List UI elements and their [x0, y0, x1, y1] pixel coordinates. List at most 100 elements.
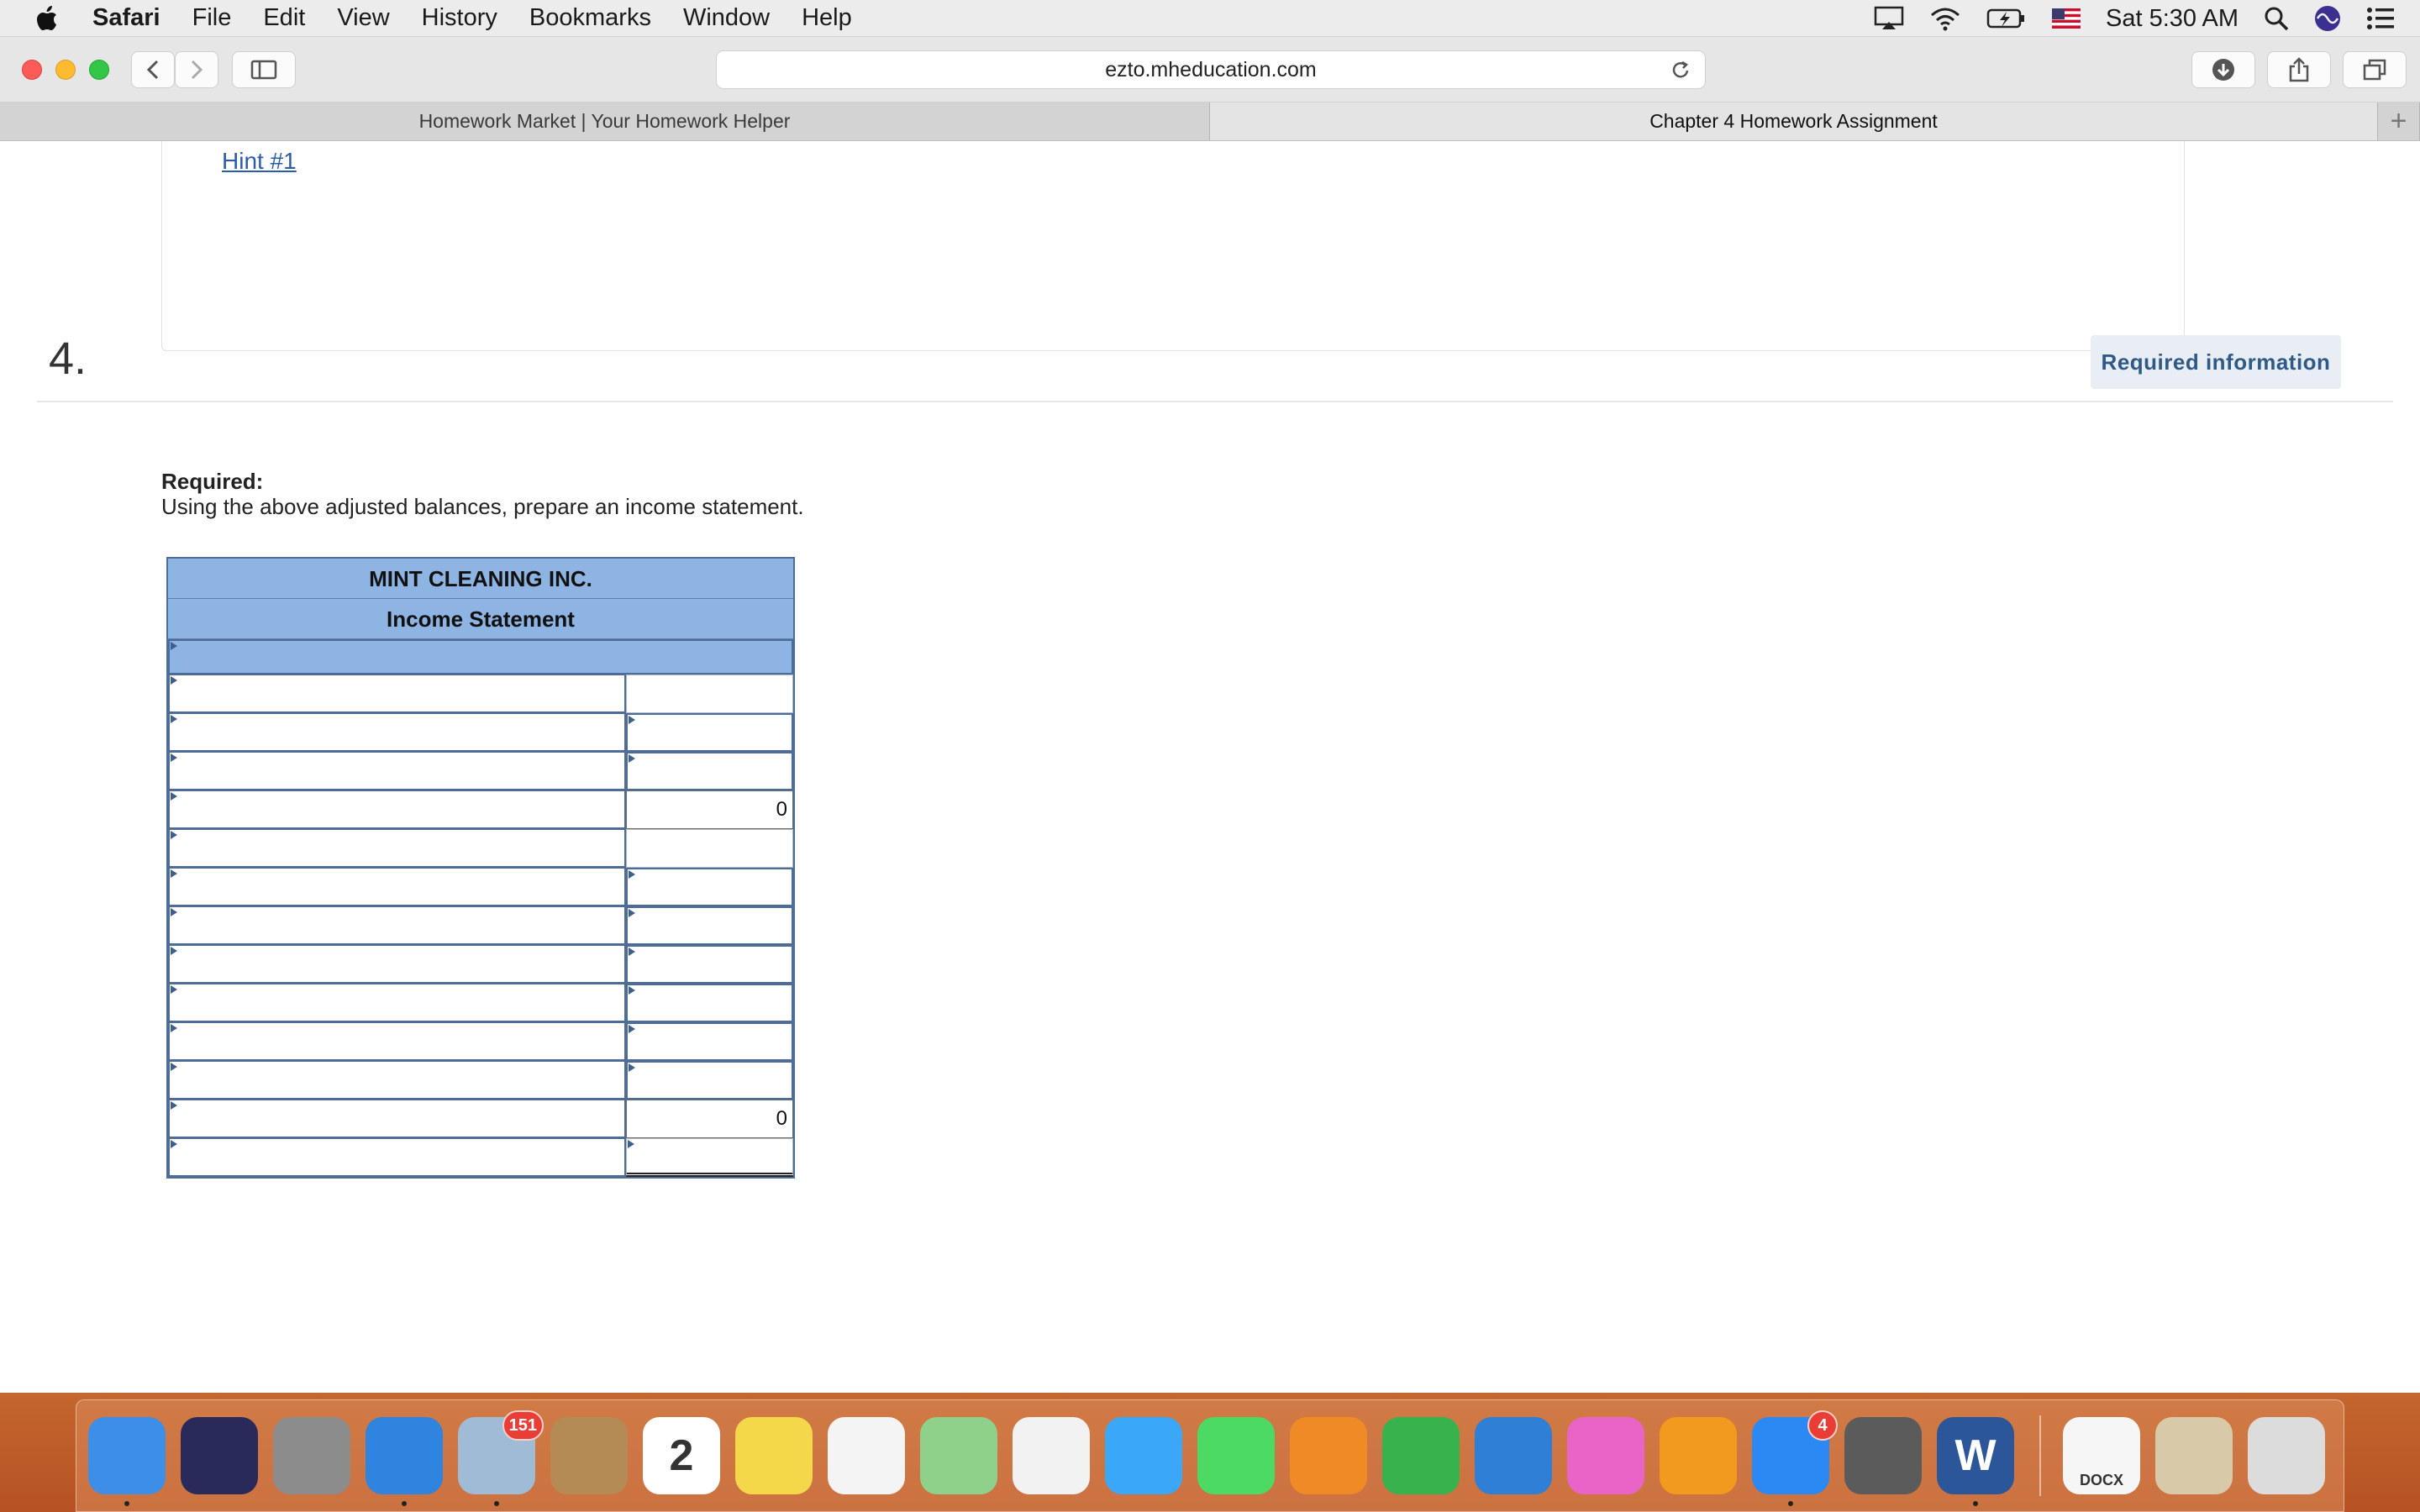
dropdown-marker-icon	[629, 1063, 636, 1072]
account-dropdown[interactable]	[168, 868, 627, 906]
calendar-icon[interactable]: 2	[643, 1417, 720, 1494]
amount-input[interactable]	[626, 868, 793, 906]
account-dropdown[interactable]	[168, 790, 627, 829]
launchpad-icon[interactable]	[273, 1417, 350, 1494]
amount-input[interactable]	[626, 984, 793, 1022]
numbers-icon[interactable]	[1382, 1417, 1460, 1494]
account-dropdown[interactable]	[168, 1138, 627, 1177]
mail-icon[interactable]: 151	[458, 1410, 544, 1506]
tab-homework-market[interactable]: Homework Market | Your Homework Helper	[0, 102, 1210, 140]
amount-input[interactable]	[626, 829, 793, 868]
facetime-icon[interactable]	[1197, 1417, 1275, 1494]
required-information-button[interactable]: Required information	[2091, 335, 2341, 389]
messages-icon[interactable]	[1105, 1417, 1182, 1494]
contacts-icon[interactable]	[550, 1417, 628, 1494]
amount-input[interactable]	[626, 1061, 793, 1100]
notes-icon[interactable]	[735, 1417, 813, 1494]
system-preferences-icon[interactable]	[1844, 1417, 1922, 1494]
account-dropdown[interactable]	[168, 906, 627, 945]
dropdown-marker-icon	[171, 908, 177, 916]
photos-icon[interactable]	[1013, 1417, 1090, 1494]
dropdown-marker-icon	[629, 754, 636, 763]
menu-app-name[interactable]: Safari	[92, 4, 160, 32]
amount-input[interactable]	[626, 675, 793, 713]
hint-panel	[161, 141, 2185, 351]
trash-icon[interactable]	[2248, 1417, 2325, 1494]
required-instructions: Using the above adjusted balances, prepa…	[161, 494, 804, 519]
account-dropdown[interactable]	[168, 752, 627, 790]
apple-menu-icon[interactable]	[34, 4, 59, 33]
menu-history[interactable]: History	[422, 4, 497, 32]
question-number: 4.	[49, 333, 87, 384]
word-icon[interactable]: W	[1937, 1417, 2014, 1506]
menu-edit[interactable]: Edit	[263, 4, 305, 32]
account-dropdown[interactable]	[168, 829, 627, 868]
minimize-window-button[interactable]	[55, 60, 76, 80]
itunes-icon[interactable]	[1567, 1417, 1644, 1494]
dropdown-marker-icon	[171, 1101, 177, 1110]
account-dropdown[interactable]	[168, 984, 627, 1022]
wifi-icon[interactable]	[1929, 6, 1961, 31]
notification-badge: 151	[502, 1410, 544, 1441]
reload-icon[interactable]	[1670, 60, 1691, 81]
account-dropdown[interactable]	[168, 1100, 627, 1138]
worksheet-row	[168, 1061, 793, 1100]
finder-icon[interactable]	[88, 1417, 166, 1506]
running-indicator	[494, 1501, 499, 1506]
share-icon	[2289, 57, 2309, 82]
share-button[interactable]	[2267, 51, 2331, 88]
menu-file[interactable]: File	[192, 4, 232, 32]
battery-charging-icon[interactable]	[1986, 7, 2027, 30]
forward-button[interactable]	[175, 51, 218, 88]
downloads-stack-icon[interactable]	[2155, 1417, 2233, 1494]
account-dropdown[interactable]	[168, 1061, 627, 1100]
new-tab-button[interactable]: +	[2378, 102, 2420, 140]
tab-chapter-4-homework[interactable]: Chapter 4 Homework Assignment	[1210, 102, 2378, 140]
amount-input[interactable]	[626, 906, 793, 945]
address-bar[interactable]: ezto.mheducation.com	[716, 50, 1706, 89]
account-dropdown[interactable]	[168, 1022, 627, 1061]
dock-icon-label: 2	[669, 1431, 694, 1480]
sidebar-toggle-button[interactable]	[232, 51, 296, 88]
amount-input[interactable]	[626, 713, 793, 752]
app-store-icon[interactable]: 4	[1752, 1410, 1838, 1506]
amount-input[interactable]	[626, 1022, 793, 1061]
downloads-button[interactable]	[2191, 51, 2255, 88]
account-dropdown[interactable]	[168, 945, 627, 984]
keynote-icon[interactable]	[1475, 1417, 1552, 1494]
menu-view[interactable]: View	[337, 4, 389, 32]
maps-icon[interactable]	[920, 1417, 997, 1494]
menu-window[interactable]: Window	[683, 4, 770, 32]
worksheet-company-name: MINT CLEANING INC.	[168, 559, 793, 599]
us-flag-input-icon[interactable]	[2052, 8, 2081, 29]
close-window-button[interactable]	[22, 60, 42, 80]
dropdown-marker-icon	[171, 753, 177, 762]
reminders-icon[interactable]	[828, 1417, 905, 1494]
zoom-window-button[interactable]	[89, 60, 109, 80]
menu-clock[interactable]: Sat 5:30 AM	[2106, 5, 2238, 33]
account-dropdown[interactable]	[168, 675, 627, 713]
amount-input[interactable]	[626, 945, 793, 984]
safari-icon[interactable]	[366, 1417, 443, 1506]
pages-icon[interactable]	[1290, 1417, 1367, 1494]
docx-document-icon[interactable]: DOCX	[2063, 1417, 2140, 1494]
amount-input[interactable]	[626, 1138, 793, 1177]
tab-label: Homework Market | Your Homework Helper	[418, 110, 791, 132]
menu-bookmarks[interactable]: Bookmarks	[529, 4, 651, 32]
airplay-icon[interactable]	[1874, 6, 1904, 31]
notification-center-icon[interactable]	[2366, 7, 2395, 30]
menu-help[interactable]: Help	[802, 4, 852, 32]
siri-icon[interactable]	[181, 1417, 258, 1494]
siri-menu-icon[interactable]	[2314, 5, 2341, 32]
back-button[interactable]	[131, 51, 175, 88]
hint-link[interactable]: Hint #1	[222, 148, 297, 175]
worksheet-row	[168, 675, 793, 713]
worksheet-row	[168, 1022, 793, 1061]
account-dropdown[interactable]	[168, 713, 627, 752]
ibooks-icon[interactable]	[1660, 1417, 1737, 1494]
running-indicator	[1788, 1501, 1793, 1506]
worksheet-period-dropdown[interactable]	[168, 639, 793, 675]
spotlight-search-icon[interactable]	[2264, 6, 2289, 31]
show-all-tabs-button[interactable]	[2343, 51, 2407, 88]
amount-input[interactable]	[626, 752, 793, 790]
